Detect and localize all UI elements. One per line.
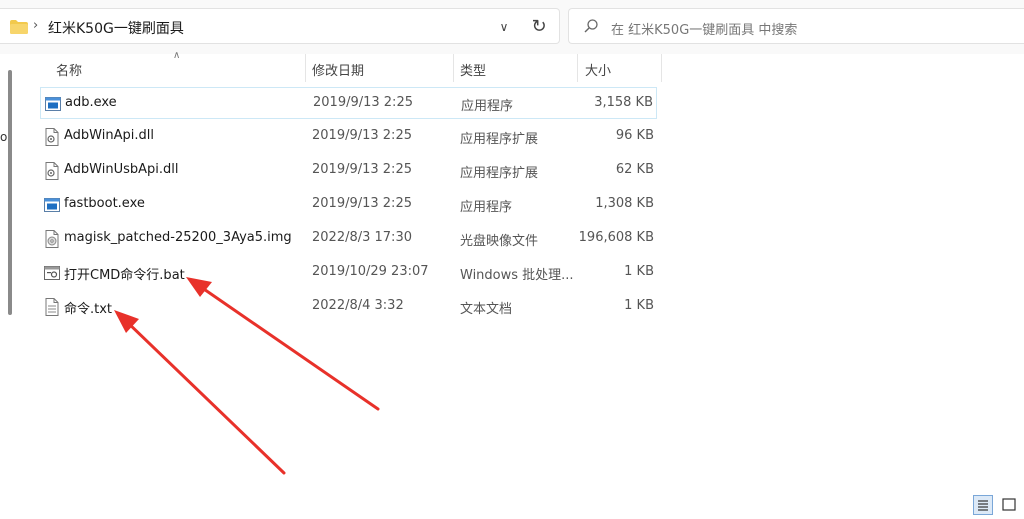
file-row[interactable]: fastboot.exe 2019/9/13 2:25 应用程序 1,308 KB [40,189,657,221]
address-bar[interactable]: › 红米K50G一键刷面具 ∨ ↻ [0,8,560,44]
nav-pane-scrollbar[interactable] [8,70,12,315]
file-row[interactable]: adb.exe 2019/9/13 2:25 应用程序 3,158 KB [40,87,657,119]
file-row[interactable]: 打开CMD命令行.bat 2019/10/29 23:07 Windows 批处理.… [40,257,657,289]
tiles-view-icon [1002,498,1016,511]
dll-icon [44,162,60,180]
file-name[interactable]: magisk_patched-25200_3Aya5.img [64,230,292,245]
file-date: 2019/9/13 2:25 [312,162,412,177]
column-divider[interactable] [661,54,662,82]
column-header-size[interactable]: 大小 [585,60,611,79]
column-header-row: 名称 修改日期 类型 大小 [0,54,1024,82]
file-size: 96 KB [615,128,654,143]
file-size: 1 KB [624,298,654,313]
exe-icon [45,95,61,113]
file-date: 2019/9/13 2:25 [312,196,412,211]
search-input[interactable]: 在 红米K50G一键刷面具 中搜索 [611,19,797,38]
file-row[interactable]: 命令.txt 2022/8/4 3:32 文本文档 1 KB [40,291,657,323]
file-size: 3,158 KB [594,95,653,110]
file-name[interactable]: adb.exe [65,95,117,110]
exe-icon [44,196,60,214]
file-date: 2019/9/13 2:25 [312,128,412,143]
column-header-date[interactable]: 修改日期 [312,60,364,79]
search-icon [584,19,598,33]
file-type: 应用程序 [461,99,514,114]
file-name[interactable]: fastboot.exe [64,196,145,211]
file-type: 光盘映像文件 [460,234,539,249]
address-dropdown-button[interactable]: ∨ [492,16,516,38]
file-type: Windows 批处理... [460,268,574,283]
file-date: 2019/9/13 2:25 [313,95,413,110]
file-size: 62 KB [615,162,654,177]
file-date: 2019/10/29 23:07 [312,264,429,279]
column-divider[interactable] [453,54,454,82]
file-date: 2022/8/3 17:30 [312,230,412,245]
file-name[interactable]: 打开CMD命令行.bat [64,264,185,283]
dll-icon [44,128,60,146]
large-icons-view-button[interactable] [999,495,1019,515]
red-arrow-annotation [114,310,286,475]
column-header-type[interactable]: 类型 [460,60,486,79]
refresh-button[interactable]: ↻ [526,14,552,40]
file-row[interactable]: magisk_patched-25200_3Aya5.img 2022/8/3 1… [40,223,657,255]
folder-icon [10,20,28,34]
file-name[interactable]: 命令.txt [64,298,112,317]
file-type: 应用程序扩展 [460,132,539,147]
chevron-right-icon[interactable]: › [33,18,38,33]
file-size: 1,308 KB [595,196,654,211]
file-type: 应用程序扩展 [460,166,539,181]
column-divider[interactable] [305,54,306,82]
file-row[interactable]: AdbWinApi.dll 2019/9/13 2:25 应用程序扩展 96 KB [40,121,657,153]
details-view-button[interactable] [973,495,993,515]
file-name[interactable]: AdbWinApi.dll [64,128,154,143]
file-size: 1 KB [624,264,654,279]
file-date: 2022/8/4 3:32 [312,298,404,313]
details-view-icon [978,500,988,511]
file-type: 文本文档 [460,302,513,317]
search-box[interactable]: 在 红米K50G一键刷面具 中搜索 [568,8,1024,44]
text-file-icon [44,298,60,316]
file-name[interactable]: AdbWinUsbApi.dll [64,162,179,177]
top-bar: › 红米K50G一键刷面具 ∨ ↻ 在 红米K50G一键刷面具 中搜索 [0,0,1024,54]
nav-pane-partial-text: o [0,130,8,144]
batch-file-icon [44,264,60,282]
file-size: 196,608 KB [578,230,654,245]
file-row[interactable]: AdbWinUsbApi.dll 2019/9/13 2:25 应用程序扩展 62 K… [40,155,657,187]
column-divider[interactable] [577,54,578,82]
file-type: 应用程序 [460,200,513,215]
column-header-name[interactable]: 名称 [56,60,82,79]
address-path[interactable]: 红米K50G一键刷面具 [48,18,184,38]
disc-image-icon [44,230,60,248]
